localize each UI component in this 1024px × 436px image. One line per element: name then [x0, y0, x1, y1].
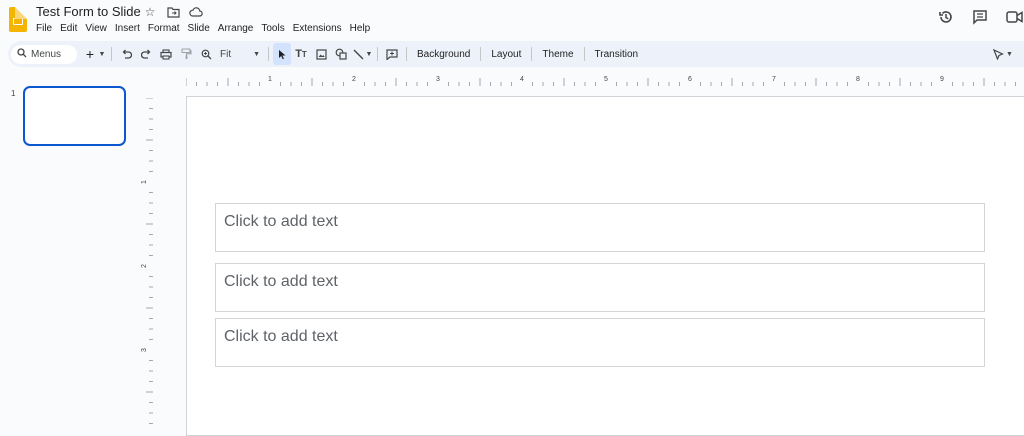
toolbar-divider: [377, 47, 378, 61]
redo-icon[interactable]: [136, 43, 156, 65]
select-tool-icon[interactable]: [273, 43, 291, 65]
menu-edit[interactable]: Edit: [56, 23, 81, 35]
main-toolbar: Menus + ▼ Fit ▼ TT ▼ Background Layout T…: [8, 41, 1024, 67]
background-button[interactable]: Background: [411, 43, 476, 65]
ruler-label: 2: [352, 76, 356, 83]
undo-icon[interactable]: [116, 43, 136, 65]
ruler-label: 5: [604, 76, 608, 83]
text-box-icon[interactable]: TT: [291, 43, 311, 65]
text-placeholder[interactable]: Click to add text: [215, 263, 985, 312]
zoom-icon[interactable]: [196, 43, 216, 65]
ruler-label: 9: [940, 76, 944, 83]
ruler-label: 4: [520, 76, 524, 83]
transition-button[interactable]: Transition: [589, 43, 645, 65]
toolbar-divider: [531, 47, 533, 61]
comments-icon[interactable]: [972, 9, 988, 25]
menu-slide[interactable]: Slide: [184, 23, 214, 35]
toolbar-divider: [111, 47, 112, 61]
slide-number: 1: [11, 89, 16, 98]
toolbar-divider: [583, 47, 585, 61]
new-slide-dropdown-icon[interactable]: ▼: [97, 43, 107, 65]
menu-format[interactable]: Format: [144, 23, 184, 35]
ruler-label: 6: [688, 76, 692, 83]
menu-help[interactable]: Help: [346, 23, 375, 35]
ruler-label: 3: [436, 76, 440, 83]
slides-logo-icon[interactable]: [9, 7, 27, 32]
zoom-value: Fit: [220, 48, 232, 60]
ruler-label: 8: [856, 76, 860, 83]
print-icon[interactable]: [156, 43, 176, 65]
header-right-icons: [938, 9, 1024, 25]
slide-thumbnail[interactable]: [23, 86, 126, 146]
insert-image-icon[interactable]: [311, 43, 331, 65]
menu-extensions[interactable]: Extensions: [289, 23, 346, 35]
insert-comment-icon[interactable]: [382, 43, 402, 65]
menus-label: Menus: [31, 48, 62, 60]
chevron-down-icon: ▼: [253, 50, 260, 58]
line-icon[interactable]: [351, 43, 365, 65]
editing-mode-button[interactable]: ▼: [990, 43, 1016, 65]
paint-format-icon[interactable]: [176, 43, 196, 65]
title-icons: ☆: [143, 5, 203, 19]
menu-bar: File Edit View Insert Format Slide Arran…: [36, 23, 374, 35]
star-icon[interactable]: ☆: [143, 5, 157, 19]
pen-cursor-icon: [993, 48, 1004, 60]
ruler-label: 2: [141, 264, 148, 268]
ruler-label: 1: [268, 76, 272, 83]
ruler-label: 7: [772, 76, 776, 83]
slide-filmstrip: 1: [0, 68, 150, 426]
chevron-down-icon: ▼: [1006, 50, 1013, 58]
search-menus-button[interactable]: Menus: [11, 44, 77, 64]
menu-view[interactable]: View: [81, 23, 111, 35]
horizontal-ruler[interactable]: 1 2 3 4 5 6 7 8 9: [186, 72, 1024, 88]
move-folder-icon[interactable]: [166, 5, 180, 19]
menu-file[interactable]: File: [36, 23, 56, 35]
text-placeholder[interactable]: Click to add text: [215, 203, 985, 252]
layout-button[interactable]: Layout: [485, 43, 527, 65]
meet-icon[interactable]: [1006, 9, 1024, 25]
ruler-label: 1: [141, 180, 148, 184]
menu-tools[interactable]: Tools: [257, 23, 288, 35]
theme-button[interactable]: Theme: [536, 43, 579, 65]
new-slide-icon[interactable]: +: [83, 43, 97, 65]
line-dropdown-icon[interactable]: ▼: [365, 43, 373, 65]
vertical-ruler[interactable]: 1 2 3: [138, 98, 154, 426]
menu-insert[interactable]: Insert: [111, 23, 144, 35]
text-placeholder[interactable]: Click to add text: [215, 318, 985, 367]
document-title[interactable]: Test Form to Slide: [36, 4, 141, 19]
shape-icon[interactable]: [331, 43, 351, 65]
version-history-icon[interactable]: [938, 9, 954, 25]
toolbar-divider: [268, 47, 269, 61]
search-icon: [17, 47, 27, 61]
menu-arrange[interactable]: Arrange: [214, 23, 258, 35]
toolbar-divider: [480, 47, 482, 61]
ruler-label: 3: [141, 348, 148, 352]
cloud-status-icon[interactable]: [189, 5, 203, 19]
app-header: Test Form to Slide ☆ File Edit View Inse…: [0, 0, 1024, 40]
toolbar-divider: [406, 47, 407, 61]
slide-canvas[interactable]: Click to add text Click to add text Clic…: [186, 96, 1024, 436]
zoom-select[interactable]: Fit ▼: [216, 43, 264, 65]
